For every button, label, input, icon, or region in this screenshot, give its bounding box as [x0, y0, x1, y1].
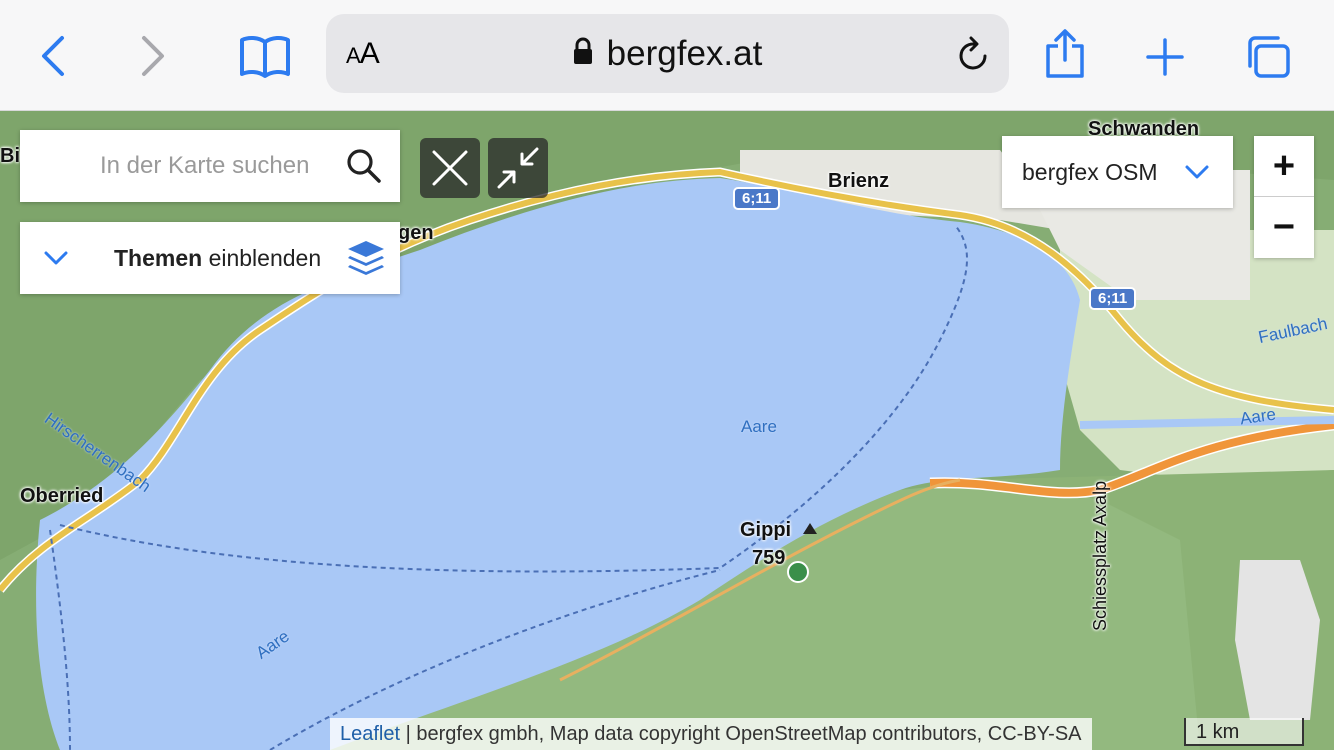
exit-fullscreen-button[interactable]: [488, 138, 548, 198]
new-tab-icon[interactable]: [1146, 38, 1184, 76]
map-search-input[interactable]: In der Karte suchen: [20, 130, 400, 202]
attribution-text: | bergfex gmbh, Map data copyright OpenS…: [400, 723, 1082, 745]
search-placeholder: In der Karte suchen: [100, 152, 310, 179]
basemap-label: bergfex OSM: [1022, 159, 1158, 185]
peak-label-gippi: Gippi: [740, 519, 792, 541]
leaflet-link[interactable]: Leaflet: [340, 723, 400, 745]
themes-toggle[interactable]: Themen einblenden: [20, 222, 400, 294]
river-label-aare: Aare: [741, 417, 777, 436]
tabs-icon[interactable]: [1244, 34, 1292, 80]
themes-label-rest: einblenden: [202, 245, 322, 271]
collapse-icon: [497, 147, 539, 189]
zoom-out-button[interactable]: −: [1254, 197, 1314, 257]
browser-toolbar: AA bergfex.at: [0, 0, 1334, 111]
place-label-partial-gen: gen: [398, 222, 434, 244]
url-text: bergfex.at: [606, 33, 763, 73]
scale-bar: 1 km: [1184, 718, 1304, 746]
close-icon: [432, 150, 468, 186]
reload-icon[interactable]: [957, 36, 991, 77]
bookmarks-icon[interactable]: [238, 32, 292, 80]
forward-icon[interactable]: [136, 34, 170, 78]
route-shield: 6;11: [733, 187, 781, 210]
peak-elevation: 759: [752, 547, 786, 569]
zoom-control: + −: [1254, 136, 1314, 258]
map-attribution: Leaflet | bergfex gmbh, Map data copyrig…: [330, 718, 1092, 750]
themes-label-bold: Themen: [114, 245, 203, 271]
place-label-partial: Bi: [0, 145, 20, 167]
share-icon[interactable]: [1044, 28, 1086, 80]
zoom-in-button[interactable]: +: [1254, 136, 1314, 197]
address-bar[interactable]: AA bergfex.at: [326, 14, 1009, 93]
search-icon[interactable]: [346, 148, 382, 189]
place-label-schiessplatz: Schiessplatz Axalp: [1090, 480, 1110, 631]
close-button[interactable]: [420, 138, 480, 198]
lock-icon: [573, 34, 593, 74]
chevron-down-icon: [1183, 160, 1211, 189]
place-label-oberried: Oberried: [20, 485, 104, 507]
place-label-brienz: Brienz: [828, 170, 890, 192]
layers-icon: [346, 239, 386, 282]
basemap-select[interactable]: bergfex OSM: [1002, 136, 1233, 208]
route-shield: 6;11: [1089, 287, 1137, 310]
back-icon[interactable]: [36, 34, 70, 78]
chevron-down-icon: [42, 244, 70, 277]
